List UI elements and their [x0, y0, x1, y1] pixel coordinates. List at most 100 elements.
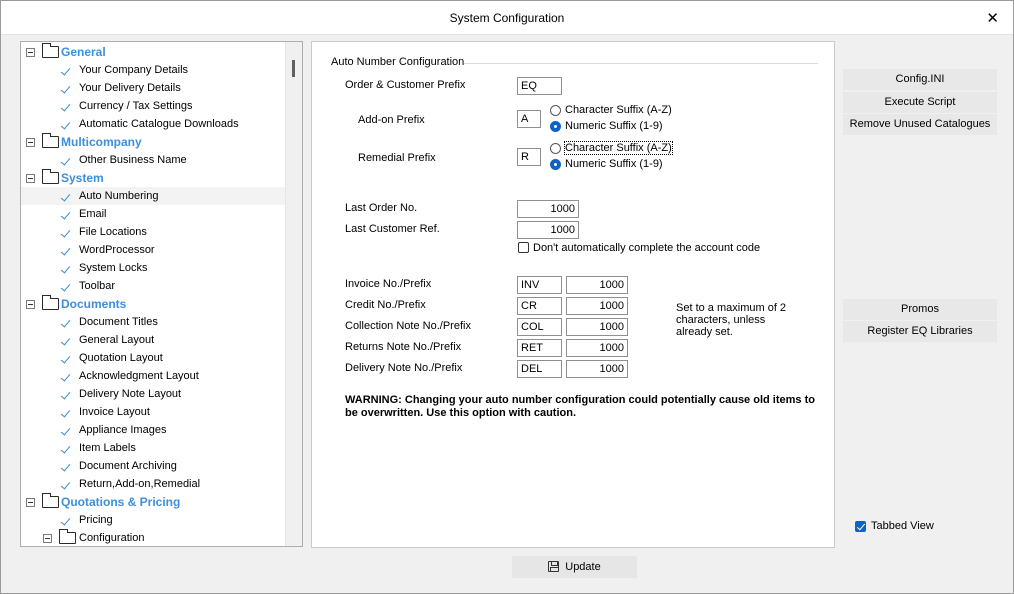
doc-number-input[interactable]: 1000: [566, 318, 628, 336]
tree-item[interactable]: File Locations: [21, 223, 286, 241]
addon-num-suffix-label[interactable]: Numeric Suffix (1-9): [565, 120, 663, 132]
tree-item[interactable]: Delivery Note Layout: [21, 385, 286, 403]
settings-tree[interactable]: General Your Company Details Your Delivery…: [20, 41, 303, 547]
check-icon: [60, 227, 71, 238]
tree-category-label: System: [61, 171, 104, 185]
update-button[interactable]: Update: [512, 556, 637, 578]
tree-item[interactable]: Email: [21, 205, 286, 223]
doc-prefix-input[interactable]: COL: [517, 318, 562, 336]
dont-complete-label[interactable]: Don't automatically complete the account…: [533, 242, 760, 254]
remedial-char-suffix-radio[interactable]: [550, 143, 561, 154]
tree-category[interactable]: Multicompany: [21, 133, 286, 151]
doc-prefix-input[interactable]: RET: [517, 339, 562, 357]
tree-item[interactable]: Item Labels: [21, 439, 286, 457]
tree-item[interactable]: Toolbar: [21, 277, 286, 295]
tree-item-label: Quotation Layout: [79, 352, 163, 364]
tabbed-view-checkbox[interactable]: [855, 521, 866, 532]
order-customer-prefix-input[interactable]: EQ: [517, 77, 562, 95]
execute-script-button[interactable]: Execute Script: [843, 92, 997, 113]
folder-icon: [41, 133, 59, 148]
close-icon[interactable]: ✕: [986, 9, 999, 27]
tree-item[interactable]: Acknowledgment Layout: [21, 367, 286, 385]
tree-subfolder-label: Configuration: [79, 532, 145, 544]
auto-number-panel: Auto Number Configuration Order & Custom…: [311, 41, 835, 548]
tree-item[interactable]: Your Company Details: [21, 61, 286, 79]
doc-number-input[interactable]: 1000: [566, 297, 628, 315]
remedial-prefix-label: Remedial Prefix: [358, 152, 436, 164]
last-order-label: Last Order No.: [345, 202, 418, 214]
collapse-icon[interactable]: [26, 498, 35, 507]
doc-number-label: Collection Note No./Prefix: [345, 320, 471, 332]
tree-category[interactable]: Documents: [21, 295, 286, 313]
tree-item[interactable]: Invoice Layout: [21, 403, 286, 421]
tree-category[interactable]: Quotations & Pricing: [21, 493, 286, 511]
tree-item[interactable]: Pricing: [21, 511, 286, 529]
tree-item-label: Automatic Catalogue Downloads: [79, 118, 239, 130]
promos-button[interactable]: Promos: [843, 299, 997, 320]
tree-subfolder[interactable]: Configuration: [21, 529, 286, 546]
tree-item[interactable]: Appliance Images: [21, 421, 286, 439]
tree-item[interactable]: Currency / Tax Settings: [21, 97, 286, 115]
scrollbar-thumb[interactable]: [292, 60, 295, 77]
remedial-num-suffix-label[interactable]: Numeric Suffix (1-9): [565, 158, 663, 170]
addon-prefix-input[interactable]: A: [517, 110, 541, 128]
register-eq-libraries-button[interactable]: Register EQ Libraries: [843, 321, 997, 342]
check-icon: [60, 191, 71, 202]
tree-item[interactable]: Your Delivery Details: [21, 79, 286, 97]
tree-item[interactable]: General Layout: [21, 331, 286, 349]
tree-item-label: File Locations: [79, 226, 147, 238]
tree-item[interactable]: Automatic Catalogue Downloads: [21, 115, 286, 133]
collapse-icon[interactable]: [26, 300, 35, 309]
tree-item-label: Auto Numbering: [79, 190, 159, 202]
collapse-icon[interactable]: [26, 138, 35, 147]
tree-item[interactable]: Document Titles: [21, 313, 286, 331]
tree-category-label: General: [61, 45, 106, 59]
dont-complete-checkbox[interactable]: [518, 242, 529, 253]
tree-item[interactable]: Return,Add-on,Remedial: [21, 475, 286, 493]
tree-item-label: Document Titles: [79, 316, 158, 328]
check-icon: [60, 209, 71, 220]
group-divider: [464, 63, 818, 64]
tree-item[interactable]: Other Business Name: [21, 151, 286, 169]
collapse-icon[interactable]: [43, 534, 52, 543]
tree-item[interactable]: Document Archiving: [21, 457, 286, 475]
check-icon: [60, 317, 71, 328]
doc-number-input[interactable]: 1000: [566, 339, 628, 357]
check-icon: [60, 371, 71, 382]
tree-item-label: Appliance Images: [79, 424, 167, 436]
tree-category[interactable]: System: [21, 169, 286, 187]
collapse-icon[interactable]: [26, 174, 35, 183]
tree-item[interactable]: WordProcessor: [21, 241, 286, 259]
remedial-char-suffix-label[interactable]: Character Suffix (A-Z): [564, 141, 673, 155]
tree-item-label: Item Labels: [79, 442, 136, 454]
last-order-input[interactable]: 1000: [517, 200, 579, 218]
addon-char-suffix-label[interactable]: Character Suffix (A-Z): [565, 104, 672, 116]
tree-scrollbar[interactable]: [285, 42, 302, 546]
last-customer-input[interactable]: 1000: [517, 221, 579, 239]
doc-prefix-input[interactable]: INV: [517, 276, 562, 294]
remedial-num-suffix-radio[interactable]: [550, 159, 561, 170]
addon-char-suffix-radio[interactable]: [550, 105, 561, 116]
tabbed-view-label[interactable]: Tabbed View: [871, 520, 934, 532]
collapse-icon[interactable]: [26, 48, 35, 57]
system-configuration-window: System Configuration ✕ General Your Compa…: [0, 0, 1014, 594]
tree-item[interactable]: Auto Numbering: [21, 187, 286, 205]
remedial-prefix-input[interactable]: R: [517, 148, 541, 166]
doc-prefix-input[interactable]: DEL: [517, 360, 562, 378]
tree-item[interactable]: Quotation Layout: [21, 349, 286, 367]
tree-item[interactable]: System Locks: [21, 259, 286, 277]
doc-number-label: Delivery Note No./Prefix: [345, 362, 463, 374]
doc-number-input[interactable]: 1000: [566, 276, 628, 294]
order-customer-prefix-label: Order & Customer Prefix: [345, 79, 466, 91]
folder-icon: [58, 529, 76, 544]
config-ini-button[interactable]: Config.INI: [843, 69, 997, 90]
tree-category[interactable]: General: [21, 43, 286, 61]
tree-item-label: Acknowledgment Layout: [79, 370, 199, 382]
remove-unused-catalogues-button[interactable]: Remove Unused Catalogues: [843, 114, 997, 135]
tree-item-label: General Layout: [79, 334, 155, 346]
tree-item-label: Your Delivery Details: [79, 82, 181, 94]
doc-prefix-input[interactable]: CR: [517, 297, 562, 315]
tree-item-label: Return,Add-on,Remedial: [79, 478, 201, 490]
doc-number-input[interactable]: 1000: [566, 360, 628, 378]
addon-num-suffix-radio[interactable]: [550, 121, 561, 132]
